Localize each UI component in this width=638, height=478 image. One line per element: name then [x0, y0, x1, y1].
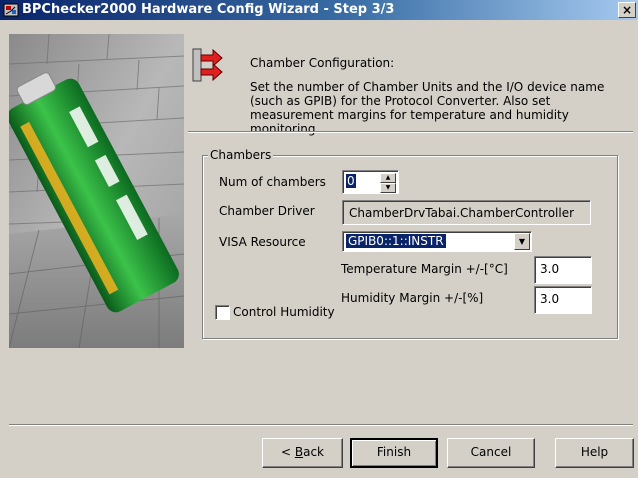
- wizard-app-icon: [3, 3, 19, 17]
- control-humidity-checkbox[interactable]: [215, 305, 230, 320]
- num-chambers-spinner[interactable]: 0 ▲ ▼: [342, 170, 399, 194]
- control-humidity-label[interactable]: Control Humidity: [233, 305, 335, 319]
- arrows-icon: [192, 48, 223, 82]
- back-prefix: <: [280, 445, 295, 459]
- back-accelerator: B: [294, 445, 304, 459]
- temperature-margin-input[interactable]: 3.0: [534, 256, 592, 284]
- humidity-margin-value[interactable]: 3.0: [540, 292, 559, 306]
- back-label-rest: ack: [303, 445, 324, 459]
- chambers-group-label: Chambers: [208, 148, 274, 162]
- temperature-margin-label: Temperature Margin +/-[°C]: [341, 262, 508, 276]
- close-icon[interactable]: ×: [618, 2, 636, 18]
- chamber-driver-value: ChamberDrvTabai.ChamberController: [349, 206, 575, 220]
- chamber-driver-field: ChamberDrvTabai.ChamberController: [342, 200, 591, 225]
- spinner-up-icon[interactable]: ▲: [380, 173, 396, 183]
- header-divider: [188, 131, 633, 133]
- visa-resource-select[interactable]: GPIB0::1::INSTR ▼: [342, 231, 532, 252]
- cancel-button[interactable]: Cancel: [447, 438, 535, 468]
- footer-divider: [9, 424, 633, 426]
- humidity-margin-label: Humidity Margin +/-[%]: [341, 291, 484, 305]
- dropdown-arrow-icon[interactable]: ▼: [514, 233, 530, 250]
- spinner-down-icon[interactable]: ▼: [380, 183, 396, 193]
- spinner-buttons: ▲ ▼: [380, 173, 396, 193]
- title-bar[interactable]: BPChecker2000 Hardware Config Wizard - S…: [0, 0, 638, 20]
- back-button[interactable]: < Back: [262, 438, 343, 468]
- temperature-margin-value[interactable]: 3.0: [540, 262, 559, 276]
- window-title: BPChecker2000 Hardware Config Wizard - S…: [22, 2, 395, 17]
- wizard-window: BPChecker2000 Hardware Config Wizard - S…: [0, 0, 638, 478]
- page-description: Set the number of Chamber Units and the …: [250, 80, 605, 136]
- battery-image: [9, 34, 184, 348]
- chamber-driver-label: Chamber Driver: [219, 204, 315, 218]
- humidity-margin-input[interactable]: 3.0: [534, 286, 592, 314]
- num-chambers-value[interactable]: 0: [346, 174, 356, 188]
- finish-button[interactable]: Finish: [350, 438, 438, 468]
- visa-resource-value[interactable]: GPIB0::1::INSTR: [346, 234, 446, 248]
- help-button[interactable]: Help: [555, 438, 634, 468]
- visa-resource-label: VISA Resource: [219, 235, 306, 249]
- page-heading: Chamber Configuration:: [250, 56, 395, 70]
- num-chambers-label: Num of chambers: [219, 175, 326, 189]
